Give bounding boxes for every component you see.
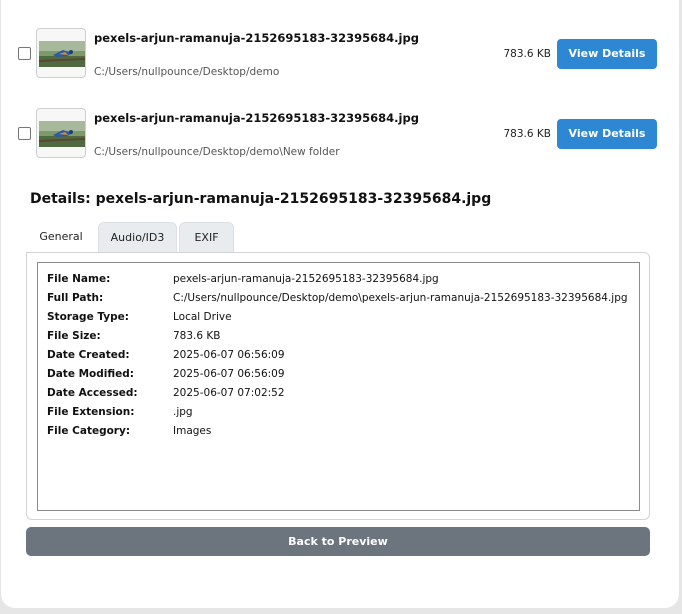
property-label: File Category: [47, 425, 131, 437]
property-label: Date Created: [47, 349, 130, 361]
property-label: File Extension: [47, 406, 135, 418]
image-thumbnail [36, 108, 86, 158]
tab-general[interactable]: General [26, 222, 96, 252]
tab-audio-id3[interactable]: Audio/ID3 [98, 222, 177, 252]
property-value: 2025-06-07 07:02:52 [173, 387, 285, 399]
tab-exif[interactable]: EXIF [179, 222, 234, 252]
back-to-preview-button[interactable]: Back to Preview [26, 527, 650, 556]
property-value: pexels-arjun-ramanuja-2152695183-3239568… [173, 273, 439, 285]
file-row: pexels-arjun-ramanuja-2152695183-3239568… [1, 104, 679, 164]
property-value: 2025-06-07 06:56:09 [173, 368, 285, 380]
file-select-checkbox[interactable] [18, 127, 31, 140]
property-value: Images [173, 425, 212, 437]
file-row: pexels-arjun-ramanuja-2152695183-3239568… [1, 24, 679, 84]
property-value: 2025-06-07 06:56:09 [173, 349, 285, 361]
file-name: pexels-arjun-ramanuja-2152695183-3239568… [94, 31, 419, 45]
property-label: Full Path: [47, 292, 104, 304]
file-path: C:/Users/nullpounce/Desktop/demo [94, 66, 280, 78]
property-label: File Size: [47, 330, 101, 342]
property-value: .jpg [173, 406, 193, 418]
properties-box: File Name: pexels-arjun-ramanuja-2152695… [37, 262, 640, 511]
property-label: Storage Type: [47, 311, 129, 323]
property-label: Date Modified: [47, 368, 134, 380]
property-label: File Name: [47, 273, 111, 285]
details-title: Details: pexels-arjun-ramanuja-215269518… [30, 191, 492, 207]
file-name: pexels-arjun-ramanuja-2152695183-3239568… [94, 111, 419, 125]
view-details-button[interactable]: View Details [557, 119, 657, 149]
image-thumbnail [36, 28, 86, 78]
property-value: C:/Users/nullpounce/Desktop/demo\pexels-… [173, 292, 628, 304]
file-size: 783.6 KB [503, 48, 552, 60]
file-size: 783.6 KB [503, 128, 552, 140]
file-select-checkbox[interactable] [18, 47, 31, 60]
property-label: Date Accessed: [47, 387, 138, 399]
view-details-button[interactable]: View Details [557, 39, 657, 69]
general-tab-panel: File Name: pexels-arjun-ramanuja-2152695… [26, 252, 650, 520]
property-value: Local Drive [173, 311, 232, 323]
property-value: 783.6 KB [173, 330, 221, 342]
file-results-card: pexels-arjun-ramanuja-2152695183-3239568… [1, 0, 679, 608]
file-path: C:/Users/nullpounce/Desktop/demo\New fol… [94, 146, 340, 158]
